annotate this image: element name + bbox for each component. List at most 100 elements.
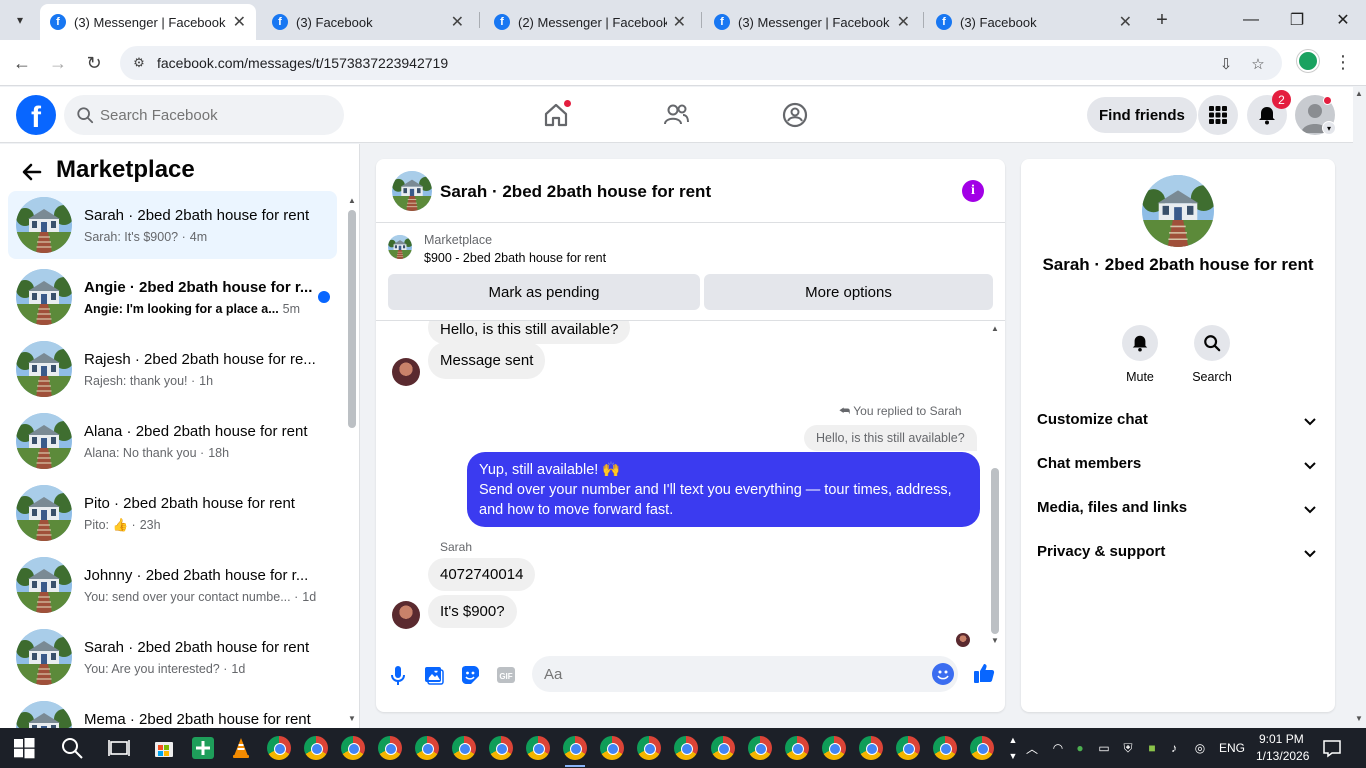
search-input[interactable] — [100, 105, 330, 125]
network-globe-icon[interactable]: ● — [1072, 740, 1088, 756]
chrome-taskbar-icon[interactable] — [933, 736, 957, 760]
app-tray-icon[interactable]: ■ — [1144, 740, 1160, 756]
chrome-taskbar-icon[interactable] — [415, 736, 439, 760]
browser-menu-icon[interactable]: ⋮ — [1334, 52, 1352, 73]
bell-icon[interactable] — [1122, 325, 1158, 361]
chrome-taskbar-icon[interactable] — [637, 736, 661, 760]
close-window-icon[interactable]: ✕ — [1328, 6, 1358, 34]
chrome-taskbar-icon[interactable] — [822, 736, 846, 760]
back-arrow-icon[interactable] — [20, 160, 44, 184]
task-view-icon[interactable] — [107, 736, 131, 760]
conversation-item[interactable]: Pito · 2bed 2bath house for rent Pito: 👍… — [8, 479, 337, 547]
taskbar-scroll-up-icon[interactable]: ▲ — [1005, 732, 1021, 748]
chat-members-section[interactable]: Chat members — [1029, 444, 1327, 484]
conversation-item[interactable]: Sarah · 2bed 2bath house for rent Sarah:… — [8, 191, 337, 259]
show-hidden-icons-icon[interactable]: ︿ — [1024, 740, 1040, 756]
menu-grid-button[interactable] — [1198, 95, 1238, 135]
search-action[interactable]: Search — [1182, 325, 1242, 384]
sticker-icon[interactable] — [459, 664, 481, 686]
info-icon[interactable]: i — [962, 180, 984, 202]
chrome-taskbar-icon[interactable] — [341, 736, 365, 760]
windows-start-icon[interactable] — [12, 736, 36, 760]
chrome-taskbar-icon[interactable] — [600, 736, 624, 760]
new-tab-button[interactable]: + — [1150, 8, 1174, 32]
listing-title[interactable]: $900 - 2bed 2bath house for rent — [424, 251, 606, 265]
message-input[interactable] — [544, 664, 914, 684]
scroll-down-arrow-icon[interactable]: ▼ — [991, 636, 999, 645]
facebook-logo[interactable]: f — [16, 95, 56, 135]
address-bar[interactable]: ⚙ facebook.com/messages/t/15738372239427… — [120, 46, 1282, 80]
install-app-icon[interactable]: ⇩ — [1216, 54, 1236, 74]
mute-action[interactable]: Mute — [1110, 325, 1170, 384]
thumbs-up-icon[interactable] — [972, 661, 996, 685]
chrome-taskbar-icon[interactable] — [859, 736, 883, 760]
tab-close-icon[interactable]: ✕ — [1119, 12, 1132, 32]
browser-tab-5[interactable]: f (3) Facebook ✕ — [926, 4, 1142, 40]
gif-icon[interactable]: GIF — [495, 664, 517, 686]
bookmark-star-icon[interactable]: ☆ — [1248, 54, 1268, 74]
chrome-taskbar-icon[interactable] — [489, 736, 513, 760]
language-indicator[interactable]: ENG — [1219, 741, 1245, 755]
notification-center-icon[interactable] — [1322, 738, 1342, 758]
chrome-taskbar-icon[interactable] — [896, 736, 920, 760]
scroll-up-arrow-icon[interactable]: ▲ — [1355, 89, 1363, 98]
minimize-window-icon[interactable]: — — [1236, 6, 1266, 34]
profile-avatar[interactable] — [1142, 175, 1214, 247]
scroll-down-arrow-icon[interactable]: ▼ — [1355, 714, 1363, 723]
facebook-search[interactable] — [64, 95, 344, 135]
more-options-button[interactable]: More options — [704, 274, 993, 310]
scroll-up-arrow-icon[interactable]: ▲ — [348, 196, 356, 205]
restore-window-icon[interactable]: ❐ — [1282, 6, 1312, 34]
groups-icon[interactable] — [781, 101, 809, 129]
conversation-item[interactable]: Mema · 2bed 2bath house for rent — [8, 695, 337, 728]
meet-now-icon[interactable]: ◎ — [1192, 740, 1208, 756]
account-chevron-icon[interactable]: ▾ — [1322, 121, 1336, 135]
chrome-taskbar-icon[interactable] — [563, 736, 587, 760]
mark-as-pending-button[interactable]: Mark as pending — [388, 274, 700, 310]
forward-icon[interactable]: → — [46, 51, 70, 75]
conversation-item[interactable]: Sarah · 2bed 2bath house for rent You: A… — [8, 623, 337, 691]
chrome-taskbar-icon[interactable] — [526, 736, 550, 760]
browser-tab-2[interactable]: f (3) Facebook ✕ — [262, 4, 474, 40]
conversation-item[interactable]: Johnny · 2bed 2bath house for r... You: … — [8, 551, 337, 619]
listing-thumbnail[interactable] — [388, 235, 412, 259]
conversation-item[interactable]: Rajesh · 2bed 2bath house for re... Raje… — [8, 335, 337, 403]
vlc-icon[interactable] — [229, 736, 253, 760]
taskbar-scroll-down-icon[interactable]: ▼ — [1005, 748, 1021, 764]
url-text[interactable]: facebook.com/messages/t/1573837223942719 — [157, 55, 448, 71]
conversation-item[interactable]: Alana · 2bed 2bath house for rent Alana:… — [8, 407, 337, 475]
browser-tab-3[interactable]: f (2) Messenger | Facebook ✕ — [484, 4, 696, 40]
volume-icon[interactable]: ♪ — [1166, 740, 1182, 756]
quoted-message[interactable]: Hello, is this still available? — [804, 425, 977, 451]
chrome-taskbar-icon[interactable] — [674, 736, 698, 760]
tab-search-dropdown[interactable]: ▾ — [6, 6, 34, 34]
site-settings-icon[interactable]: ⚙ — [130, 54, 148, 72]
conversation-list-scrollbar[interactable]: ▲ ▼ — [346, 196, 358, 728]
scrollbar-thumb[interactable] — [991, 468, 999, 634]
customize-chat-section[interactable]: Customize chat — [1029, 400, 1327, 440]
photo-icon[interactable] — [423, 664, 445, 686]
back-icon[interactable]: ← — [10, 51, 34, 75]
friends-icon[interactable] — [662, 101, 690, 129]
chrome-taskbar-icon[interactable] — [304, 736, 328, 760]
app-plus-icon[interactable] — [191, 736, 215, 760]
microphone-icon[interactable] — [387, 664, 409, 686]
browser-profile-icon[interactable] — [1297, 50, 1319, 72]
scroll-up-arrow-icon[interactable]: ▲ — [991, 324, 999, 333]
microsoft-store-icon[interactable] — [152, 736, 176, 760]
battery-icon[interactable]: ▭ — [1096, 740, 1112, 756]
browser-tab-1[interactable]: f (3) Messenger | Facebook ✕ — [40, 4, 256, 40]
tab-close-icon[interactable]: ✕ — [451, 12, 464, 32]
clock-date[interactable]: 1/13/2026 — [1256, 749, 1309, 763]
chat-title[interactable]: Sarah · 2bed 2bath house for rent — [440, 182, 711, 202]
scroll-down-arrow-icon[interactable]: ▼ — [348, 714, 356, 723]
chrome-taskbar-icon[interactable] — [378, 736, 402, 760]
emoji-icon[interactable] — [932, 663, 954, 685]
scrollbar-thumb[interactable] — [348, 210, 356, 428]
reload-icon[interactable]: ↻ — [82, 51, 106, 75]
clock-time[interactable]: 9:01 PM — [1259, 732, 1304, 746]
message-scrollbar[interactable]: ▲ ▼ — [988, 324, 1002, 649]
tab-close-icon[interactable]: ✕ — [233, 12, 246, 32]
privacy-support-section[interactable]: Privacy & support — [1029, 532, 1327, 572]
media-files-links-section[interactable]: Media, files and links — [1029, 488, 1327, 528]
